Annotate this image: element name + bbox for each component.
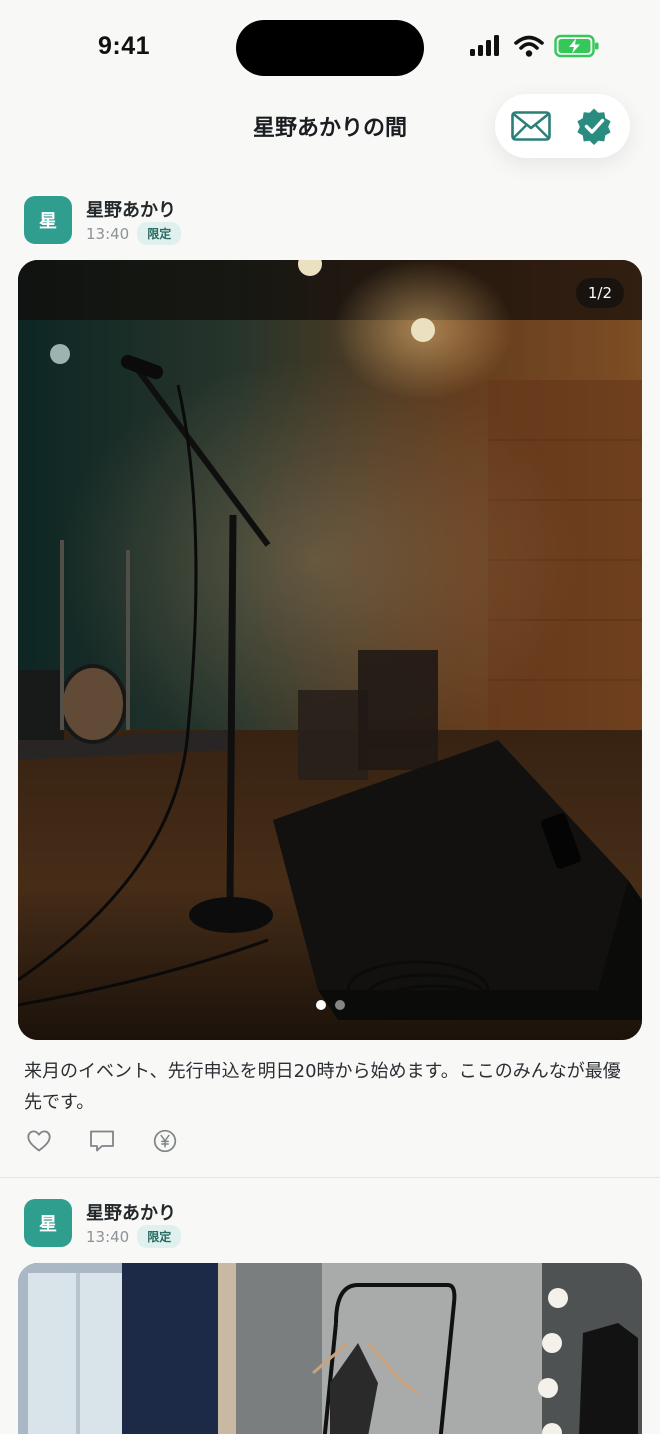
battery-icon xyxy=(554,34,599,58)
status-time: 9:41 xyxy=(98,32,151,60)
post-divider xyxy=(0,1177,660,1178)
verified-button[interactable] xyxy=(570,102,618,150)
dressing-room-photo xyxy=(18,1263,642,1434)
image-counter: 1/2 xyxy=(575,278,624,308)
status-icons xyxy=(470,34,600,58)
dynamic-island xyxy=(236,20,424,76)
avatar[interactable]: 星 xyxy=(24,1199,72,1247)
comment-icon xyxy=(90,1130,114,1152)
yen-coin-icon xyxy=(153,1129,177,1153)
verified-badge-icon xyxy=(577,108,611,145)
author-name[interactable]: 星野あかり xyxy=(86,196,176,222)
post-meta: 13:40 限定 xyxy=(86,1225,182,1248)
mail-icon xyxy=(511,111,551,141)
post-meta: 13:40 限定 xyxy=(86,222,182,245)
heart-icon xyxy=(27,1130,51,1152)
post-card: 星 星野あかり 13:40 限定 xyxy=(0,196,660,1176)
post-image-carousel[interactable] xyxy=(18,1263,642,1434)
post-caption: 来月のイベント、先行申込を明日20時から始めます。ここのみんなが最優先です。 xyxy=(24,1061,621,1113)
post-card: 星 星野あかり 13:40 限定 xyxy=(0,1199,660,1434)
carousel-dots xyxy=(18,1000,642,1010)
like-button[interactable] xyxy=(26,1128,52,1154)
avatar[interactable]: 星 xyxy=(24,196,72,244)
status-bar: 9:41 xyxy=(0,0,660,96)
carousel-dot[interactable] xyxy=(334,1000,345,1010)
author-name[interactable]: 星野あかり xyxy=(86,1199,176,1225)
post-time: 13:40 xyxy=(86,1227,130,1246)
header-actions xyxy=(495,94,630,158)
signal-icon xyxy=(470,35,499,56)
wifi-icon xyxy=(514,35,544,57)
post-image-carousel[interactable]: 1/2 xyxy=(18,260,642,1040)
comment-button[interactable] xyxy=(89,1128,115,1154)
stage-photo xyxy=(18,260,642,1040)
carousel-dot-active[interactable] xyxy=(315,1000,326,1010)
mail-button[interactable] xyxy=(507,102,555,150)
post-time: 13:40 xyxy=(86,224,130,243)
tip-button[interactable] xyxy=(152,1128,178,1154)
limited-badge: 限定 xyxy=(137,222,182,245)
limited-badge: 限定 xyxy=(137,1225,182,1248)
post-actions xyxy=(26,1128,178,1154)
